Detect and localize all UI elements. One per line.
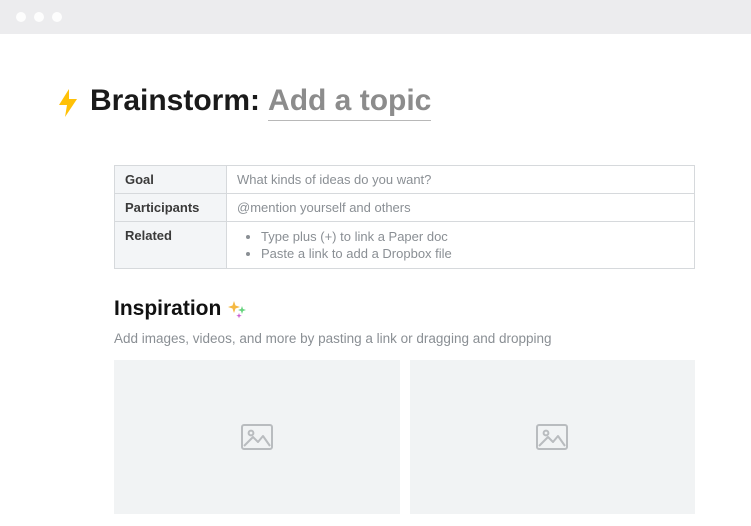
- table-row: Related Type plus (+) to link a Paper do…: [115, 222, 695, 269]
- window-dot-minimize[interactable]: [34, 12, 44, 22]
- meta-table-container: Goal What kinds of ideas do you want? Pa…: [56, 165, 695, 269]
- meta-label-related: Related: [115, 222, 227, 269]
- section-heading-inspiration: Inspiration: [114, 297, 695, 321]
- image-placeholder-icon: [536, 424, 568, 450]
- lightning-bolt-icon: [56, 89, 80, 117]
- window-chrome: [0, 0, 751, 34]
- section-heading-text: Inspiration: [114, 297, 221, 321]
- section-sub-inspiration: Add images, videos, and more by pasting …: [114, 331, 695, 346]
- document-title: Brainstorm: Add a topic: [90, 84, 431, 121]
- page-content: Brainstorm: Add a topic Goal What kinds …: [0, 34, 751, 514]
- table-row: Participants @mention yourself and other…: [115, 194, 695, 222]
- inspiration-section: Inspiration Add images, videos, and more…: [56, 297, 695, 514]
- list-item: Type plus (+) to link a Paper doc: [261, 228, 684, 245]
- window-dot-close[interactable]: [16, 12, 26, 22]
- document-title-row: Brainstorm: Add a topic: [56, 84, 695, 121]
- drop-zones: [114, 360, 695, 514]
- sparkle-icon: [227, 299, 247, 319]
- table-row: Goal What kinds of ideas do you want?: [115, 166, 695, 194]
- title-topic-input[interactable]: Add a topic: [268, 84, 431, 121]
- meta-label-goal: Goal: [115, 166, 227, 194]
- window-dot-zoom[interactable]: [52, 12, 62, 22]
- list-item: Paste a link to add a Dropbox file: [261, 245, 684, 262]
- meta-value-related[interactable]: Type plus (+) to link a Paper doc Paste …: [227, 222, 695, 269]
- media-drop-zone[interactable]: [410, 360, 696, 514]
- title-prefix: Brainstorm:: [90, 84, 260, 118]
- meta-table: Goal What kinds of ideas do you want? Pa…: [114, 165, 695, 269]
- meta-value-participants[interactable]: @mention yourself and others: [227, 194, 695, 222]
- related-bullets: Type plus (+) to link a Paper doc Paste …: [237, 228, 684, 262]
- media-drop-zone[interactable]: [114, 360, 400, 514]
- meta-label-participants: Participants: [115, 194, 227, 222]
- image-placeholder-icon: [241, 424, 273, 450]
- meta-value-goal[interactable]: What kinds of ideas do you want?: [227, 166, 695, 194]
